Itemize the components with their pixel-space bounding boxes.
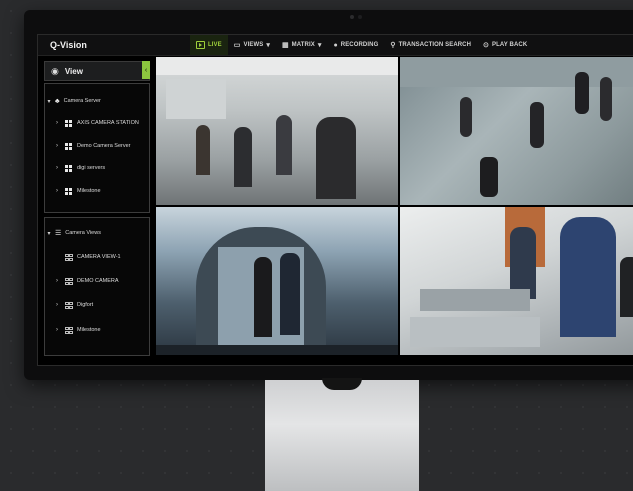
video-grid: [156, 57, 633, 365]
sidebar: ◉ View ‹ ▾ ♣ Camera Server › AXIS CAMERA…: [44, 61, 150, 359]
nav-views[interactable]: ▭ VIEWS ▾: [228, 35, 276, 55]
tree-item-label: DEMO CAMERA: [77, 278, 119, 284]
tree-item-label: Digfort: [77, 302, 94, 308]
tree-item-digi-servers[interactable]: › digi servers: [53, 161, 149, 175]
tree-item-label: Milestone: [77, 188, 101, 194]
grid-icon: [65, 119, 72, 127]
monitor-stand: [265, 380, 419, 491]
monitor: Q-Vision LIVE ▭ VIEWS ▾ ▦ MATRIX ▾ ● REC…: [24, 10, 633, 380]
tree-item-label: Camera Server: [63, 98, 101, 104]
nav-recording-label: RECORDING: [340, 42, 379, 48]
chevron-down-icon: ▾: [47, 98, 51, 105]
main-nav: LIVE ▭ VIEWS ▾ ▦ MATRIX ▾ ● RECORDING ⚲ …: [190, 35, 533, 55]
live-icon: [196, 41, 205, 49]
grid-icon: [65, 142, 72, 150]
top-bar: Q-Vision LIVE ▭ VIEWS ▾ ▦ MATRIX ▾ ● REC…: [38, 35, 633, 56]
tree-item-camera-views[interactable]: ▾ ☰ Camera Views: [45, 226, 149, 240]
record-icon: ●: [333, 41, 338, 49]
tree-item-milestone-view[interactable]: › Milestone: [53, 323, 149, 337]
nav-recording[interactable]: ● RECORDING: [327, 35, 384, 55]
grid-outline-icon: [65, 253, 73, 262]
chevron-right-icon: ›: [56, 120, 58, 126]
camera-views-panel: ▾ ☰ Camera Views CAMERA VIEW-1 › DEMO CA…: [44, 217, 150, 356]
grid-outline-icon: [65, 326, 73, 335]
collapse-sidebar-button[interactable]: ‹: [142, 61, 150, 79]
sidebar-header-label: View: [64, 66, 83, 76]
grid-icon: [65, 187, 72, 195]
search-icon: ⚲: [390, 41, 396, 49]
chevron-right-icon: ›: [56, 327, 58, 333]
nav-transaction-search[interactable]: ⚲ TRANSACTION SEARCH: [384, 35, 477, 55]
chevron-right-icon: ›: [56, 188, 58, 194]
camera-feed-4[interactable]: [400, 207, 633, 355]
server-icon: ♣: [55, 97, 60, 105]
tree-item-demo-camera-server[interactable]: › Demo Camera Server: [53, 139, 149, 153]
chevron-right-icon: ›: [56, 143, 58, 149]
nav-transaction-search-label: TRANSACTION SEARCH: [398, 42, 472, 48]
nav-matrix-label: MATRIX: [291, 42, 315, 48]
tree-item-axis-camera-station[interactable]: › AXIS CAMERA STATION: [53, 116, 149, 130]
tree-item-demo-camera[interactable]: › DEMO CAMERA: [53, 274, 149, 288]
tree-item-digfort[interactable]: › Digfort: [53, 298, 149, 312]
views-icon: ▭: [233, 41, 241, 49]
grid-icon: [65, 164, 72, 172]
monitor-stand-neck: [322, 378, 362, 390]
tree-item-label: Milestone: [77, 327, 101, 333]
tree-item-label: Camera Views: [65, 230, 101, 236]
nav-live[interactable]: LIVE: [190, 35, 228, 55]
list-icon: ☰: [55, 230, 62, 237]
chevron-down-icon: ▾: [47, 230, 51, 237]
app-title: Q-Vision: [50, 40, 87, 50]
camera-dot: [358, 15, 362, 19]
grid-outline-icon: [65, 301, 73, 310]
grid-outline-icon: [65, 277, 73, 286]
tree-item-camera-server[interactable]: ▾ ♣ Camera Server: [45, 94, 149, 108]
camera-server-panel: ▾ ♣ Camera Server › AXIS CAMERA STATION …: [44, 83, 150, 213]
nav-playback-label: PLAY BACK: [492, 42, 528, 48]
camera-feed-3[interactable]: [156, 207, 398, 355]
nav-playback[interactable]: ⊙ PLAY BACK: [477, 35, 533, 55]
tree-item-label: CAMERA VIEW-1: [77, 254, 121, 260]
tree-item-label: AXIS CAMERA STATION: [77, 120, 139, 126]
camera-dot: [350, 15, 354, 19]
eye-icon: ◉: [51, 65, 59, 76]
sidebar-header[interactable]: ◉ View ‹: [44, 61, 150, 81]
nav-live-label: LIVE: [208, 42, 222, 48]
chevron-right-icon: ›: [56, 278, 58, 284]
app-window: Q-Vision LIVE ▭ VIEWS ▾ ▦ MATRIX ▾ ● REC…: [37, 34, 633, 366]
tree-item-camera-view-1[interactable]: CAMERA VIEW-1: [53, 250, 149, 264]
chevron-down-icon: ▾: [266, 41, 270, 49]
tree-item-label: digi servers: [77, 165, 106, 171]
nav-views-label: VIEWS: [243, 42, 264, 48]
chevron-right-icon: ›: [56, 302, 58, 308]
tree-item-label: Demo Camera Server: [77, 143, 131, 149]
playback-icon: ⊙: [483, 41, 490, 49]
matrix-icon: ▦: [281, 41, 289, 49]
chevron-right-icon: ›: [56, 165, 58, 171]
camera-feed-2[interactable]: [400, 57, 633, 205]
tree-item-milestone-server[interactable]: › Milestone: [53, 184, 149, 198]
chevron-down-icon: ▾: [317, 41, 322, 49]
camera-feed-1[interactable]: [156, 57, 398, 205]
nav-matrix[interactable]: ▦ MATRIX ▾: [276, 35, 328, 55]
